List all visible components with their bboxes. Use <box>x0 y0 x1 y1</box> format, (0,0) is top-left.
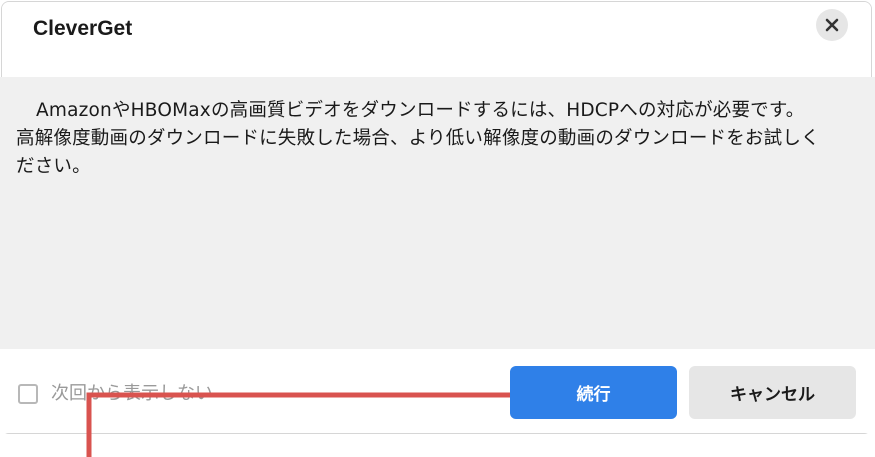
message-line: ださい。 <box>16 156 91 177</box>
message-line: 高解像度動画のダウンロードに失敗した場合、より低い解像度の動画のダウンロードをお… <box>16 128 820 149</box>
dialog-message: AmazonやHBOMaxの高画質ビデオをダウンロードするには、HDCPへの対応… <box>16 97 846 181</box>
dialog-header: CleverGet <box>2 2 871 78</box>
close-icon <box>825 18 839 32</box>
close-button[interactable] <box>816 9 848 41</box>
dialog-title: CleverGet <box>33 17 133 40</box>
dont-show-again-label: 次回から表示しない <box>51 383 213 404</box>
message-line: AmazonやHBOMaxの高画質ビデオをダウンロードするには、HDCPへの対応… <box>36 100 805 121</box>
continue-button[interactable]: 続行 <box>510 366 677 419</box>
dont-show-again-checkbox[interactable] <box>18 384 38 404</box>
dont-show-again-option[interactable]: 次回から表示しない <box>18 382 213 406</box>
cancel-button[interactable]: キャンセル <box>689 366 856 419</box>
